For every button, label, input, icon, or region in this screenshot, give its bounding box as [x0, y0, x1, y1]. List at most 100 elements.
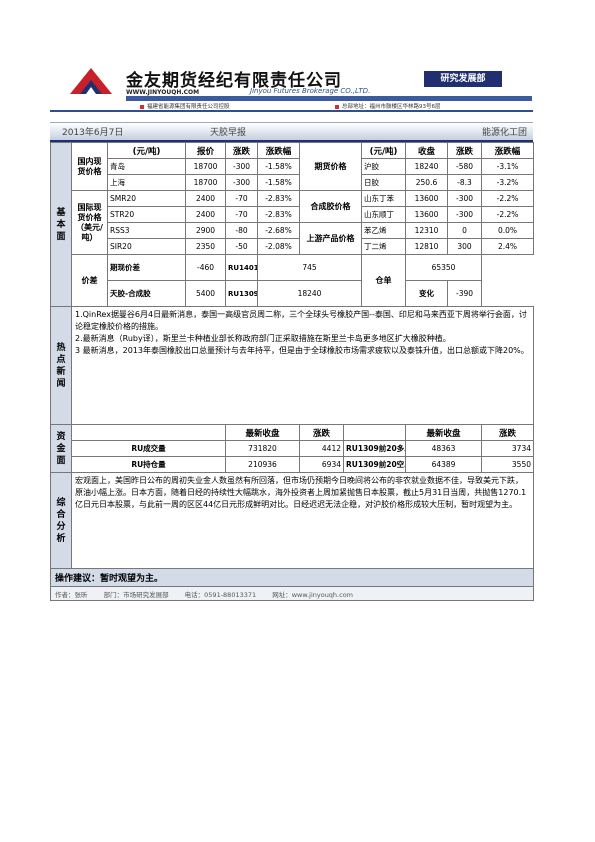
credit-department: 部门：市场研究发展部: [103, 590, 169, 599]
natural-spread-value: 5400: [185, 280, 226, 307]
section-funds: 资金面: [50, 424, 72, 473]
intl-pct: -2.83%: [257, 190, 300, 207]
col-latest: 最新收盘: [225, 424, 300, 441]
credit-phone: 电话：0591-88013371: [184, 590, 257, 599]
fund-left-value: 210936: [225, 456, 300, 473]
fund-right-value: 48363: [405, 440, 482, 457]
intl-change: -70: [225, 206, 258, 223]
intl-change: -80: [225, 222, 258, 239]
col-fund-change-2: 涨跌: [481, 424, 534, 441]
address-text: 总部地址：福州市鼓楼区华林路93号6层: [342, 104, 441, 110]
futures-name: 日胶: [361, 174, 406, 191]
intl-price: 2400: [185, 206, 226, 223]
table-row: 上海 18700 -300 -1.58% 日胶 250.6 -8.3 -3.2%: [51, 174, 534, 191]
change-value: -390: [447, 280, 482, 307]
intl-name: RSS3: [107, 222, 186, 239]
domestic-name: 青岛: [107, 158, 186, 175]
synth-change: -300: [447, 206, 482, 223]
bullet-icon: [335, 104, 339, 109]
letterhead: 金友期货经纪有限责任公司 WWW.JINYOUQH.COM Jinyou Fut…: [50, 56, 533, 112]
intl-pct: -2.68%: [257, 222, 300, 239]
col-pct-2: 涨跌幅: [481, 142, 534, 159]
blank-cell: [343, 424, 406, 441]
spread-label: 价差: [71, 254, 108, 307]
table-row: STR20 2400 -70 -2.83% 山东顺丁 13600 -300 -2…: [51, 206, 534, 223]
contract2-label: RU1309-1305: [225, 280, 258, 307]
analysis-body: 宏观面上，美国昨日公布的周初失业金人数虽然有所回落，但市场仍预期今日晚间将公布的…: [71, 472, 534, 569]
synth-close: 13600: [405, 190, 448, 207]
upstream-pct: 0.0%: [481, 222, 534, 239]
domestic-name: 上海: [107, 174, 186, 191]
synth-change: -300: [447, 190, 482, 207]
intl-change: -50: [225, 238, 258, 255]
upstream-change: 0: [447, 222, 482, 239]
fund-left-change: 6934: [299, 456, 344, 473]
col-unit-2: (元/吨): [361, 142, 406, 159]
futures-change: -8.3: [447, 174, 482, 191]
fund-left-value: 731820: [225, 440, 300, 457]
dept-badge: 研究发展部: [424, 71, 502, 87]
report-table: 基本面 国内现货价格 (元/吨) 报价 涨跌 涨跌幅 期货价格 (元/吨) 收盘…: [50, 142, 534, 601]
synth-name: 山东丁苯: [361, 190, 406, 207]
domestic-pct: -1.58%: [257, 158, 300, 175]
analysis-row: 综合分析 宏观面上，美国昨日公布的周初失业金人数虽然有所回落，但市场仍预期今日晚…: [50, 472, 534, 569]
col-price: 报价: [185, 142, 226, 159]
intl-price: 2400: [185, 190, 226, 207]
fund-right-value: 64389: [405, 456, 482, 473]
upstream-pct: 2.4%: [481, 238, 534, 255]
credit-website: 网址：www.jinyouqh.com: [272, 590, 354, 599]
futures-name: 沪胶: [361, 158, 406, 175]
credit-line: 作者：张昕 部门：市场研究发展部 电话：0591-88013371 网址：www…: [50, 586, 534, 601]
futures-close: 18240: [405, 158, 448, 175]
contract1-label: RU1401-1309: [225, 254, 258, 281]
futures-label: 期货价格: [299, 142, 362, 191]
intl-pct: -2.83%: [257, 206, 300, 223]
report-group: 能源化工团: [481, 128, 527, 138]
intl-price: 2900: [185, 222, 226, 239]
news-item: 2.最新消息（Ruby译），斯里兰卡种植业部长称政府部门正采取措施在斯里兰卡岛更…: [75, 334, 451, 343]
intl-label: 国际现货价格（美元/吨）: [71, 190, 108, 255]
table-row: 青岛 18700 -300 -1.58% 沪胶 18240 -580 -3.1%: [51, 158, 534, 175]
intl-price: 2350: [185, 238, 226, 255]
contract2-value: 18240: [257, 280, 362, 307]
synth-pct: -2.2%: [481, 190, 534, 207]
upstream-label: 上游产品价格: [299, 222, 362, 255]
credit-author: 作者：张昕: [55, 590, 88, 599]
col-unit: (元/吨): [107, 142, 186, 159]
credit-row: 作者：张昕 部门：市场研究发展部 电话：0591-88013371 网址：www…: [50, 586, 534, 601]
intl-name: STR20: [107, 206, 186, 223]
upstream-close: 12810: [405, 238, 448, 255]
holding-line: 福建省能源集团有限责任公司控股: [140, 102, 230, 110]
company-logo-icon: [70, 68, 112, 94]
fund-right-change: 3734: [481, 440, 534, 457]
col-latest-2: 最新收盘: [405, 424, 482, 441]
table-row: RU持仓量 210936 6934 RU1309前20空单 64389 3550: [51, 456, 534, 473]
news-row: 热点新闻 1.QinRex据曼谷6月4日最新消息，泰国一高级官员周二称，三个全球…: [50, 306, 534, 425]
table-row: 天胶-合成胶 5400 RU1309-1305 18240 变化 -390: [51, 280, 534, 307]
report-title: 天胶早报: [210, 128, 247, 138]
fund-right-change: 3550: [481, 456, 534, 473]
warehouse-label: 仓单: [361, 254, 406, 307]
upstream-change: 300: [447, 238, 482, 255]
advice-row: 操作建议：暂时观望为主。: [50, 568, 534, 587]
synth-close: 13600: [405, 206, 448, 223]
domestic-price: 18700: [185, 158, 226, 175]
fund-left-change: 4412: [299, 440, 344, 457]
fund-right-name: RU1309前20空单: [343, 456, 406, 473]
report-date: 2013年6月7日: [62, 128, 124, 138]
upstream-name: 苯乙烯: [361, 222, 406, 239]
domestic-pct: -1.58%: [257, 174, 300, 191]
change-label: 变化: [405, 280, 448, 307]
operation-advice: 操作建议：暂时观望为主。: [50, 568, 534, 587]
table-row: 资金面 最新收盘 涨跌 最新收盘 涨跌: [50, 424, 534, 473]
report-page: 金友期货经纪有限责任公司 WWW.JINYOUQH.COM Jinyou Fut…: [50, 56, 534, 601]
holding-text: 福建省能源集团有限责任公司控股: [147, 104, 230, 110]
blank-cell: [71, 424, 226, 441]
fund-left-name: RU持仓量: [71, 456, 226, 473]
futures-close: 250.6: [405, 174, 448, 191]
futures-change: -580: [447, 158, 482, 175]
domestic-change: -300: [225, 174, 258, 191]
news-item: 3 最新消息，2013年泰国橡胶出口总量预计与去年持平，但是由于全球橡胶市场需求…: [75, 346, 529, 355]
news-body: 1.QinRex据曼谷6月4日最新消息，泰国一高级官员周二称，三个全球头号橡胶产…: [71, 306, 534, 425]
section-news: 热点新闻: [50, 306, 72, 425]
